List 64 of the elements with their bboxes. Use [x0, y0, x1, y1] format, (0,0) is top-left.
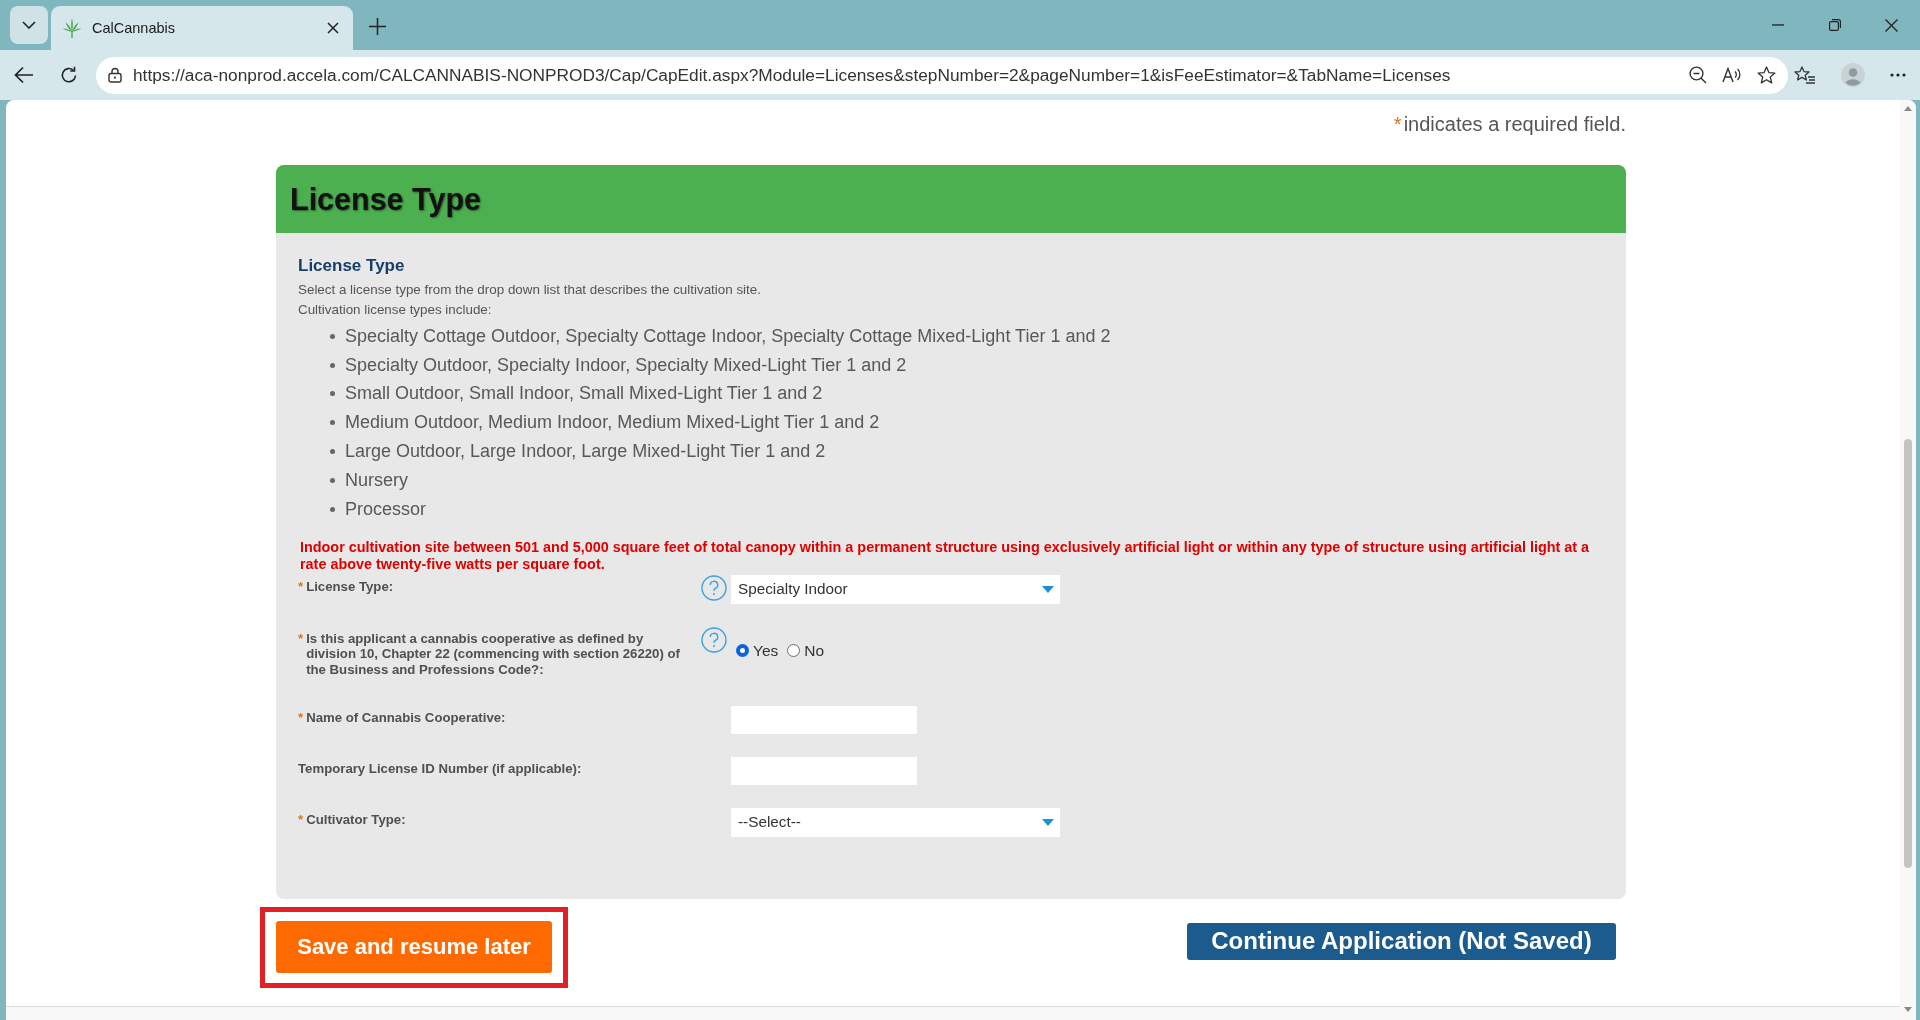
- scroll-up-icon[interactable]: [1904, 106, 1912, 111]
- radio-button[interactable]: [787, 644, 801, 658]
- field-label: Temporary License ID Number (if applicable):: [298, 760, 582, 777]
- field-label: Cultivator Type:: [306, 811, 406, 828]
- scrollbar[interactable]: [1900, 100, 1916, 1020]
- bullet-icon: [330, 477, 335, 483]
- required-note: indicates a required field.: [1403, 112, 1626, 136]
- bullet-icon: [330, 391, 335, 397]
- continue-button[interactable]: Continue Application (Not Saved): [1187, 922, 1616, 960]
- description-text: Cultivation license types include:: [298, 301, 493, 319]
- read-aloud-icon[interactable]: [1722, 67, 1742, 83]
- subheading: License Type: [298, 255, 406, 277]
- option-label[interactable]: Yes: [753, 641, 779, 660]
- required-asterisk: *: [1393, 112, 1402, 136]
- list-item: Specialty Cottage Outdoor, Specialty Cottage Indoor, Specialty Cottage Mixed-Light Tier 1 and 2: [345, 325, 1111, 347]
- required-asterisk: *: [298, 811, 304, 828]
- radio-button[interactable]: [736, 644, 749, 658]
- help-icon[interactable]: [701, 626, 727, 653]
- bullet-icon: [330, 420, 335, 426]
- list-item: Processor: [345, 498, 427, 520]
- star-icon[interactable]: [1757, 66, 1776, 84]
- more-icon[interactable]: [1890, 73, 1906, 77]
- required-asterisk: *: [298, 578, 304, 595]
- list-item: Specialty Outdoor, Specialty Indoor, Specialty Mixed-Light Tier 1 and 2: [345, 354, 907, 376]
- field-label: Is this applicant a cannabis cooperative as defined by division 10, Chapter 22 (commencing with section 26220) of the Business and Professions Code?:: [306, 630, 681, 678]
- restore-icon[interactable]: [1828, 19, 1841, 31]
- bullet-icon: [330, 333, 335, 339]
- dropdown[interactable]: --Select--: [731, 807, 1060, 837]
- bullet-icon: [330, 449, 335, 455]
- browser-tab[interactable]: CalCannabis: [51, 6, 353, 50]
- required-asterisk: *: [298, 630, 304, 647]
- lock-icon: [108, 67, 122, 83]
- close-icon[interactable]: [327, 22, 339, 34]
- help-icon[interactable]: [701, 574, 727, 601]
- back-icon[interactable]: [14, 66, 34, 84]
- list-item: Medium Outdoor, Medium Indoor, Medium Mixed-Light Tier 1 and 2: [345, 412, 880, 434]
- caret-icon: [1042, 585, 1054, 593]
- field-label: License Type:: [306, 578, 394, 595]
- section-title: License Type: [290, 181, 481, 217]
- dropdown[interactable]: Specialty Indoor: [731, 574, 1060, 604]
- chevron-down-icon: [22, 21, 36, 29]
- scrollbar-thumb[interactable]: [1904, 439, 1912, 868]
- notice-text: Indoor cultivation site between 501 and 5,000 square feet of total canopy within a permanent structure using exclusively artificial light or within any type of structure using artificial light at a rate above twenty-five watts per square foot.: [299, 538, 1591, 574]
- tab-list-button[interactable]: [10, 6, 48, 44]
- list-item: Nursery: [345, 469, 408, 491]
- bullet-icon: [330, 506, 335, 512]
- avatar-icon[interactable]: [1841, 63, 1865, 87]
- refresh-icon[interactable]: [60, 66, 78, 84]
- option-label[interactable]: No: [804, 641, 825, 660]
- list-item: Large Outdoor, Large Indoor, Large Mixed-Light Tier 1 and 2: [345, 441, 826, 463]
- plus-icon[interactable]: [369, 18, 386, 35]
- close-icon[interactable]: [1885, 18, 1898, 32]
- minimize-icon[interactable]: [1771, 24, 1784, 26]
- horizontal-scrollbar[interactable]: [6, 1006, 1900, 1020]
- scroll-down-icon[interactable]: [1904, 1007, 1912, 1012]
- list-item: Small Outdoor, Small Indoor, Small Mixed-Light Tier 1 and 2: [345, 383, 823, 405]
- address-bar[interactable]: https://aca-nonprod.accela.com/CALCANNABIS-NONPROD3/Cap/CapEdit.aspx?Module=Licenses&stepNumber=2&pageNumber=1&isFeeEstimator=&TabName=Licenses: [96, 56, 1788, 94]
- zoom-out-icon[interactable]: [1689, 66, 1707, 84]
- description-text: Select a license type from the drop down list that describes the cultivation site.: [298, 281, 762, 299]
- favorites-icon[interactable]: [1794, 66, 1816, 84]
- required-asterisk: *: [298, 709, 304, 726]
- field-label: Name of Cannabis Cooperative:: [306, 709, 506, 726]
- caret-icon: [1042, 818, 1054, 826]
- bullet-icon: [330, 362, 335, 368]
